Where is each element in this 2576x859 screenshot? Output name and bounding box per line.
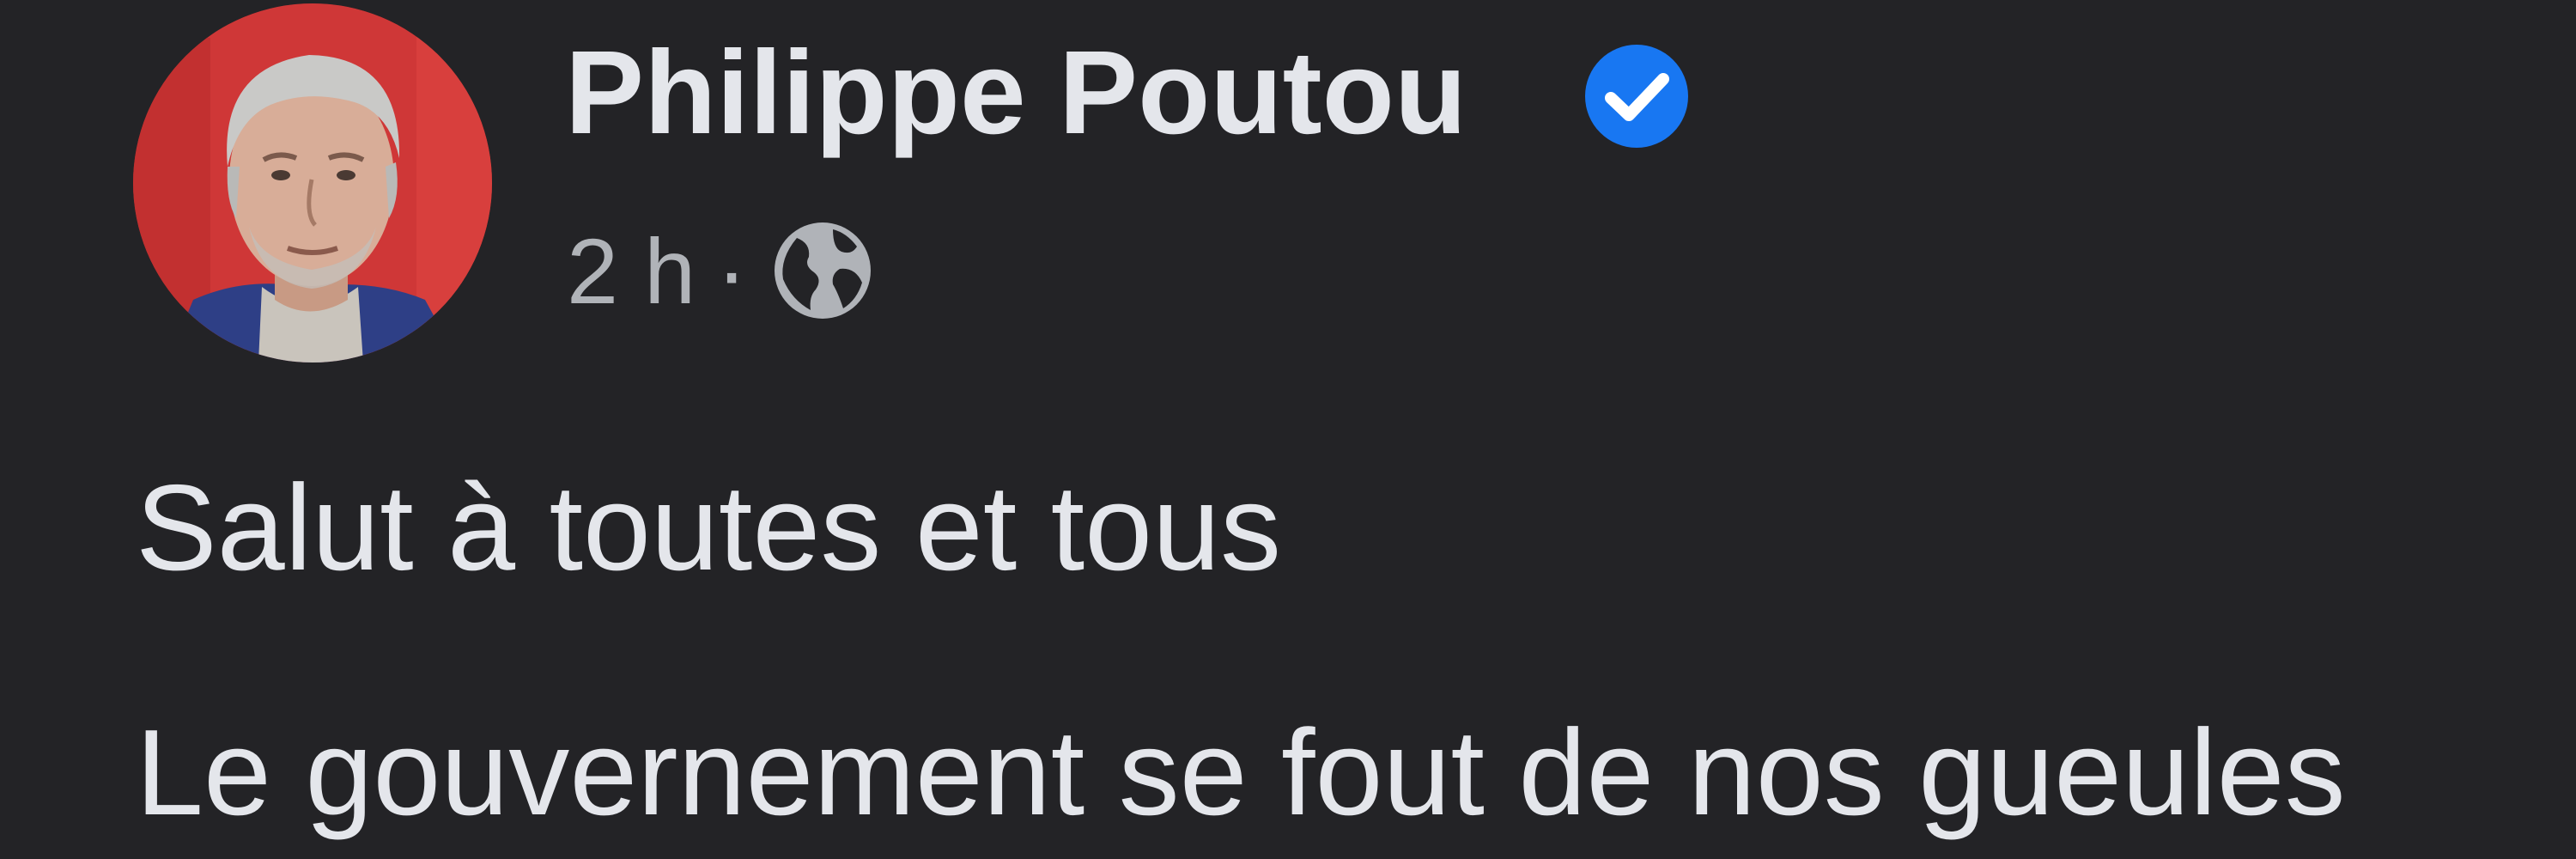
facebook-post: Philippe Poutou 2 h · Salut à toutes et … [0, 0, 2576, 859]
meta-separator: · [716, 218, 748, 323]
author-name[interactable]: Philippe Poutou [565, 24, 1467, 161]
profile-photo [133, 3, 492, 362]
globe-icon[interactable] [769, 217, 876, 324]
verified-badge-icon [1585, 45, 1688, 148]
post-text-line: Le gouvernement se fout de nos gueules [136, 704, 2346, 841]
post-text-line: Salut à toutes et tous [136, 460, 1282, 596]
post-meta: 2 h · [567, 206, 876, 335]
post-timestamp[interactable]: 2 h [567, 217, 696, 325]
author-avatar[interactable] [133, 3, 492, 362]
